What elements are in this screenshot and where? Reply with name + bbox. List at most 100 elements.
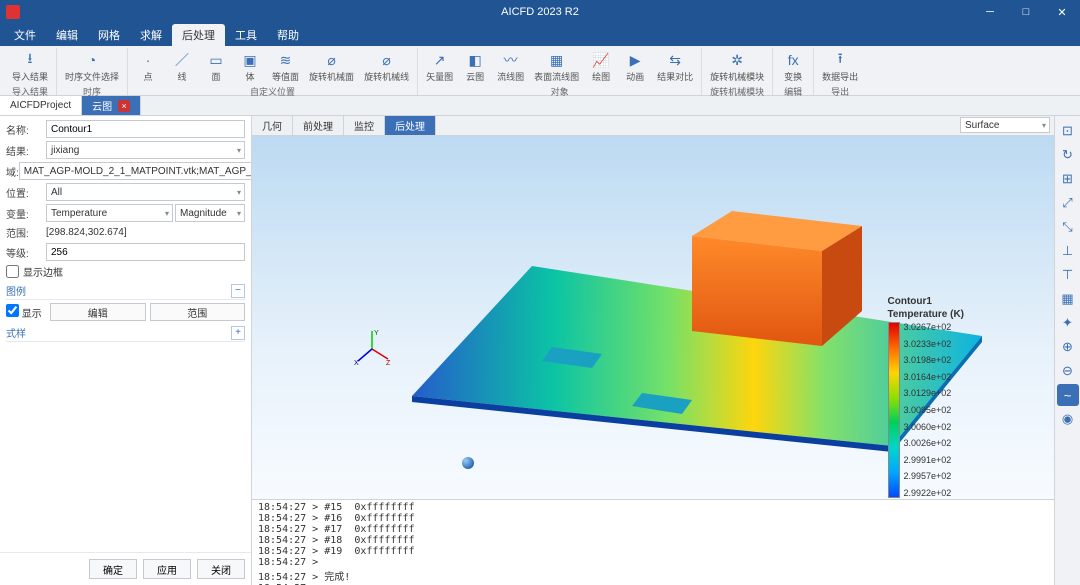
tool-7[interactable]: ▦ <box>1057 288 1079 310</box>
minimize-button[interactable]: ─ <box>972 0 1008 24</box>
legend-show-checkbox[interactable] <box>6 304 19 317</box>
name-input[interactable] <box>46 120 245 138</box>
ribbon-体[interactable]: ▣体 <box>234 50 266 84</box>
结果对比-icon: ⇆ <box>666 51 684 69</box>
tool-8[interactable]: ✦ <box>1057 312 1079 334</box>
ribbon-矢量图[interactable]: ↗矢量图 <box>422 50 457 84</box>
导入结果-icon: ⭳ <box>21 51 39 69</box>
3d-viewport[interactable]: Y Z X Contour1 Temperature (K) 3.0267e+0… <box>252 136 1054 499</box>
menu-求解[interactable]: 求解 <box>130 24 172 46</box>
legend-section-header[interactable]: 图例− <box>6 282 245 300</box>
tool-9[interactable]: ⊕ <box>1057 336 1079 358</box>
menubar: 文件编辑网格求解后处理工具帮助 <box>0 24 1080 46</box>
tool-11[interactable]: ~ <box>1057 384 1079 406</box>
ribbon-旋转机械面[interactable]: ⌀旋转机械面 <box>305 50 358 84</box>
legend-tick: 2.9922e+02 <box>904 488 952 498</box>
variable-select[interactable]: Temperature <box>46 204 173 222</box>
tool-2[interactable]: ⊞ <box>1057 168 1079 190</box>
应用-button[interactable]: 应用 <box>143 559 191 579</box>
view-tabs: 几何前处理监控后处理 Surface <box>252 116 1054 136</box>
ribbon-旋转机械模块[interactable]: ✲旋转机械模块 <box>706 50 768 84</box>
show-border-checkbox[interactable] <box>6 265 19 278</box>
maximize-button[interactable]: □ <box>1008 0 1044 24</box>
tool-1[interactable]: ↻ <box>1057 144 1079 166</box>
ribbon-绘图[interactable]: 📈绘图 <box>585 50 617 84</box>
legend-title: Contour1 <box>888 296 965 307</box>
app-title: AICFD 2023 R2 <box>501 6 579 18</box>
变换-icon: fx <box>784 51 802 69</box>
close-tab-icon[interactable]: × <box>118 100 130 112</box>
ribbon-导入结果[interactable]: ⭳导入结果 <box>8 50 52 84</box>
legend-tick: 2.9957e+02 <box>904 471 952 481</box>
result-select[interactable]: jixiang <box>46 141 245 159</box>
project-tab-AICFDProject[interactable]: AICFDProject <box>0 96 82 115</box>
location-select[interactable]: All <box>46 183 245 201</box>
project-tabs: AICFDProject云图× <box>0 96 1080 116</box>
surface-select[interactable]: Surface <box>960 117 1050 133</box>
tool-5[interactable]: ⊥ <box>1057 240 1079 262</box>
ribbon-group: ⭱数据导出导出 <box>814 48 866 95</box>
right-toolbar: ⊡↻⊞⤢⤡⊥⊤▦✦⊕⊖~◉ <box>1054 116 1080 585</box>
view-tab-几何[interactable]: 几何 <box>252 116 293 135</box>
orientation-ball-icon <box>462 457 474 469</box>
ribbon-线[interactable]: ／线 <box>166 50 198 84</box>
ribbon-数据导出[interactable]: ⭱数据导出 <box>818 50 862 84</box>
menu-工具[interactable]: 工具 <box>225 24 267 46</box>
ribbon-点[interactable]: ·点 <box>132 50 164 84</box>
legend-tick: 2.9991e+02 <box>904 455 952 465</box>
legend-range-button[interactable]: 范围 <box>150 303 246 321</box>
view-tab-后处理[interactable]: 后处理 <box>385 116 436 135</box>
ribbon-面[interactable]: ▭面 <box>200 50 232 84</box>
legend-tick: 3.0060e+02 <box>904 422 952 432</box>
点-icon: · <box>139 51 157 69</box>
绘图-icon: 📈 <box>592 51 610 69</box>
project-tab-云图[interactable]: 云图× <box>82 96 141 115</box>
ribbon-group: ◔时序文件选择时序 <box>57 48 128 95</box>
ribbon-云图[interactable]: ◧云图 <box>459 50 491 84</box>
console-output[interactable]: 18:54:27 > #15 0xffffffff 18:54:27 > #16… <box>252 499 1054 585</box>
ribbon-时序文件选择[interactable]: ◔时序文件选择 <box>61 50 123 84</box>
ribbon-变换[interactable]: fx变换 <box>777 50 809 84</box>
view-tab-前处理[interactable]: 前处理 <box>293 116 344 135</box>
view-tab-监控[interactable]: 监控 <box>344 116 385 135</box>
app-logo <box>6 5 20 19</box>
menu-网格[interactable]: 网格 <box>88 24 130 46</box>
ribbon-group-label: 导出 <box>831 84 849 99</box>
label-domain: 域: <box>6 164 19 179</box>
线-icon: ／ <box>173 51 191 69</box>
tool-6[interactable]: ⊤ <box>1057 264 1079 286</box>
menu-编辑[interactable]: 编辑 <box>46 24 88 46</box>
旋转机械线-icon: ⌀ <box>378 51 396 69</box>
menu-帮助[interactable]: 帮助 <box>267 24 309 46</box>
tool-10[interactable]: ⊖ <box>1057 360 1079 382</box>
ribbon-动画[interactable]: ▶动画 <box>619 50 651 84</box>
ribbon-结果对比[interactable]: ⇆结果对比 <box>653 50 697 84</box>
面-icon: ▭ <box>207 51 225 69</box>
label-levels: 等级: <box>6 245 46 260</box>
ribbon-表面流线图[interactable]: ▦表面流线图 <box>530 50 583 84</box>
ribbon-等值面[interactable]: ≋等值面 <box>268 50 303 84</box>
关闭-button[interactable]: 关闭 <box>197 559 245 579</box>
确定-button[interactable]: 确定 <box>89 559 137 579</box>
ribbon-旋转机械线[interactable]: ⌀旋转机械线 <box>360 50 413 84</box>
tool-12[interactable]: ◉ <box>1057 408 1079 430</box>
ribbon-流线图[interactable]: 〰流线图 <box>493 50 528 84</box>
style-section-header[interactable]: 式样+ <box>6 324 245 342</box>
ribbon-group-label: 对象 <box>551 84 569 99</box>
tool-3[interactable]: ⤢ <box>1057 192 1079 214</box>
ribbon-group: ·点／线▭面▣体≋等值面⌀旋转机械面⌀旋转机械线自定义位置 <box>128 48 418 95</box>
legend-colorbar <box>888 322 900 498</box>
variable-component-select[interactable]: Magnitude <box>175 204 245 222</box>
levels-input[interactable] <box>46 243 245 261</box>
流线图-icon: 〰 <box>502 51 520 69</box>
tool-4[interactable]: ⤡ <box>1057 216 1079 238</box>
menu-后处理[interactable]: 后处理 <box>172 24 225 46</box>
ribbon-group: fx变换编辑 <box>773 48 814 95</box>
domain-select[interactable]: MAT_AGP-MOLD_2_1_MATPOINT.vtk;MAT_AGP_t <box>19 162 251 180</box>
legend-tick: 3.0267e+02 <box>904 322 952 332</box>
close-button[interactable]: ✕ <box>1044 0 1080 24</box>
legend-tick: 3.0129e+02 <box>904 388 952 398</box>
legend-edit-button[interactable]: 编辑 <box>50 303 146 321</box>
menu-文件[interactable]: 文件 <box>4 24 46 46</box>
tool-0[interactable]: ⊡ <box>1057 120 1079 142</box>
